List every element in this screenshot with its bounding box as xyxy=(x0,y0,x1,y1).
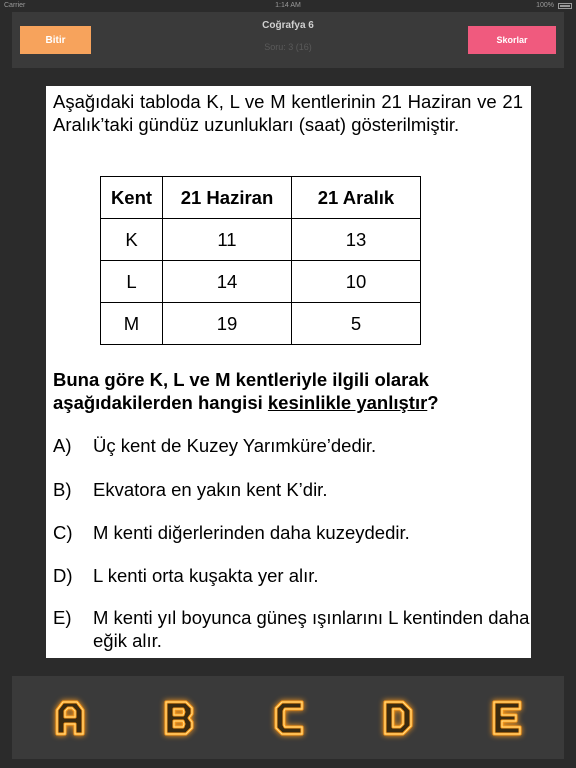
table-cell: 13 xyxy=(291,218,421,261)
question-stem: Buna göre K, L ve M kentleriyle ilgili o… xyxy=(53,368,528,414)
answer-button-b[interactable] xyxy=(151,690,207,746)
table-header-cell: Kent xyxy=(100,176,163,219)
question-intro: Aşağıdaki tabloda K, L ve M kentlerinin … xyxy=(53,91,523,135)
answer-button-c[interactable] xyxy=(261,690,317,746)
table-cell: 5 xyxy=(291,302,421,345)
table-cell: 10 xyxy=(291,260,421,303)
letter-a-outline xyxy=(55,700,85,736)
option-text: Ekvatora en yakın kent K’dir. xyxy=(93,479,328,500)
answer-button-d[interactable] xyxy=(370,690,426,746)
battery-percent: 100% xyxy=(536,2,554,9)
option-letter: D) xyxy=(53,565,73,586)
table-cell: 11 xyxy=(162,218,292,261)
table-cell: L xyxy=(100,260,163,303)
option-text: M kenti yıl boyunca güneş ışınlarını L k… xyxy=(93,607,530,651)
answer-button-e[interactable] xyxy=(479,690,535,746)
table-row: L 14 10 xyxy=(100,260,421,303)
option-letter: B) xyxy=(53,479,72,500)
day-length-table: Kent 21 Haziran 21 Aralık K 11 13 L 14 1… xyxy=(100,176,421,345)
option-text: Üç kent de Kuzey Yarımküre’dedir. xyxy=(93,435,377,456)
letter-e-icon xyxy=(492,700,522,736)
letter-b-outline xyxy=(164,700,194,736)
letter-c-icon xyxy=(274,700,304,736)
option-letter: A) xyxy=(53,435,72,456)
option-letter: E) xyxy=(53,607,72,628)
status-time: 1:14 AM xyxy=(275,2,301,9)
table-header-row: Kent 21 Haziran 21 Aralık xyxy=(100,176,421,219)
letter-c-outline xyxy=(274,700,304,736)
stem-end: ? xyxy=(427,392,439,413)
scores-button[interactable]: Skorlar xyxy=(468,26,556,54)
option-text: M kenti diğerlerinden daha kuzeydedir. xyxy=(93,522,410,543)
stem-emphasis: kesinlikle yanlıştır xyxy=(267,392,428,413)
letter-d-icon xyxy=(383,700,413,736)
table-cell: K xyxy=(100,218,163,261)
table-row: M 19 5 xyxy=(100,302,421,345)
battery-icon xyxy=(558,3,572,9)
top-bar: Bitir Coğrafya 6 Soru: 3 (16) Skorlar xyxy=(12,12,564,68)
table-row: K 11 13 xyxy=(100,218,421,261)
question-card: Aşağıdaki tabloda K, L ve M kentlerinin … xyxy=(46,86,531,658)
answer-button-a[interactable] xyxy=(42,690,98,746)
table-cell: M xyxy=(100,302,163,345)
table-cell: 19 xyxy=(162,302,292,345)
option-letter: C) xyxy=(53,522,73,543)
answer-bar xyxy=(12,676,564,759)
table-header-cell: 21 Aralık xyxy=(291,176,421,219)
option-text: L kenti orta kuşakta yer alır. xyxy=(93,565,319,586)
table-cell: 14 xyxy=(162,260,292,303)
status-bar: Carrier 1:14 AM 100% xyxy=(0,0,576,12)
letter-b-icon xyxy=(164,700,194,736)
table-header-cell: 21 Haziran xyxy=(162,176,292,219)
letter-a-icon xyxy=(55,700,85,736)
